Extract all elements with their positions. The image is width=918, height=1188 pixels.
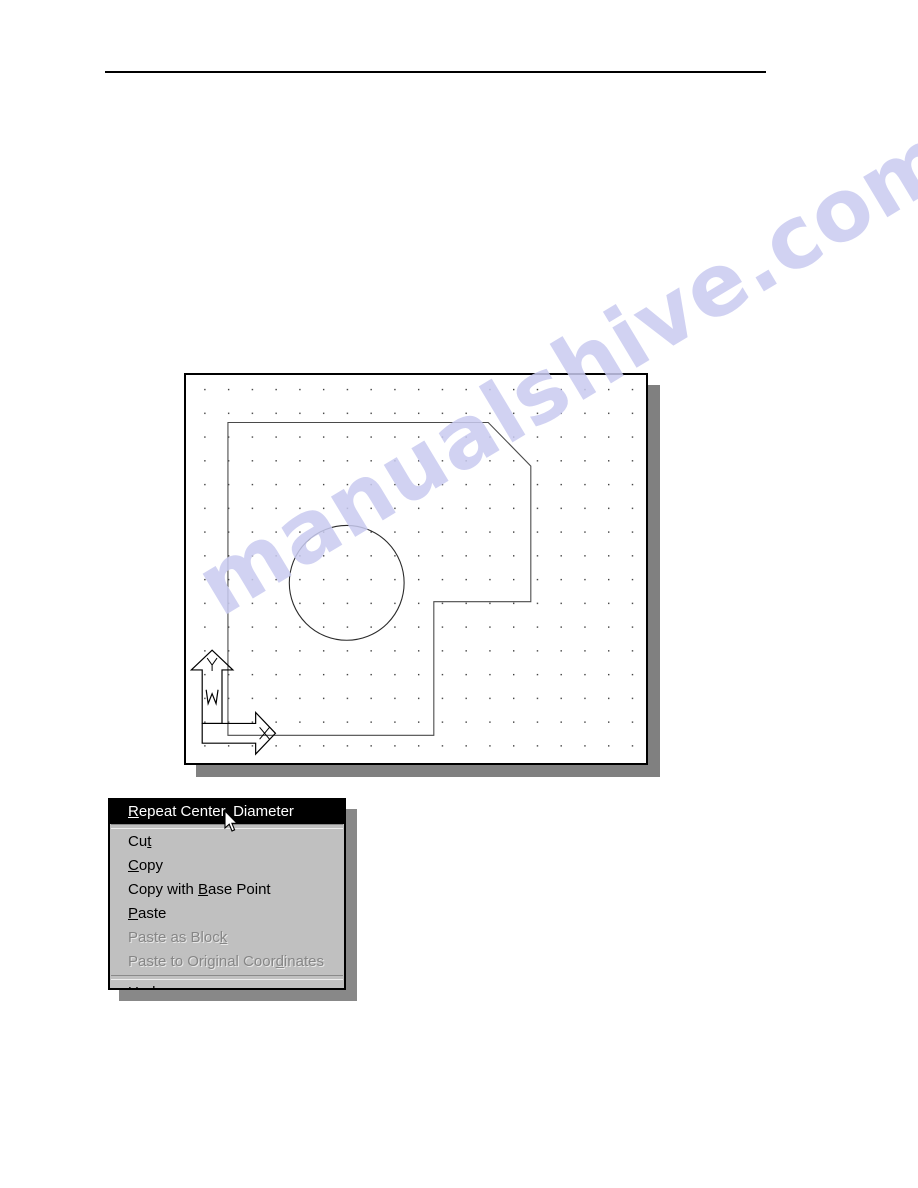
menu-separator <box>111 824 343 829</box>
menu-item-label-tail: inates <box>283 953 324 970</box>
cad-window-frame <box>184 373 648 765</box>
cad-canvas[interactable] <box>186 375 646 763</box>
context-menu[interactable]: Repeat Center, Diameter Cut Copy Copy wi… <box>108 798 346 990</box>
menu-item-mnemonic: C <box>128 857 139 874</box>
cad-drawing-window <box>184 373 648 765</box>
menu-item-cut[interactable]: Cut <box>110 830 344 854</box>
menu-item-label: Paste as Bloc <box>128 929 220 946</box>
grid-dots <box>186 375 646 763</box>
menu-item-mnemonic: R <box>128 803 139 820</box>
menu-item-label: opy <box>138 857 164 874</box>
menu-item-mnemonic: P <box>128 905 139 922</box>
menu-item-mnemonic: k <box>219 929 228 946</box>
menu-item-mnemonic: B <box>198 881 209 898</box>
menu-item-copy-with-base-point[interactable]: Copy with Base Point <box>110 878 344 902</box>
menu-item-paste[interactable]: Paste <box>110 902 344 926</box>
menu-item-label: ndo <box>139 984 164 988</box>
menu-item-repeat-center-diameter[interactable]: Repeat Center, Diameter <box>110 800 344 824</box>
menu-item-undo[interactable]: Undo <box>110 981 344 988</box>
menu-item-label: epeat Center, Diameter <box>138 803 294 820</box>
menu-item-label: Copy with <box>128 881 199 898</box>
menu-item-paste-to-original-coordinates: Paste to Original Coordinates <box>110 950 344 974</box>
menu-item-mnemonic: t <box>147 833 152 850</box>
menu-item-label: aste <box>138 905 167 922</box>
menu-item-label: Cu <box>128 833 148 850</box>
menu-separator <box>111 975 343 980</box>
page-header-rule <box>105 71 766 73</box>
menu-item-mnemonic: d <box>275 953 284 970</box>
menu-item-paste-as-block: Paste as Block <box>110 926 344 950</box>
menu-item-label: Paste to Original Coor <box>128 953 276 970</box>
menu-item-mnemonic: U <box>128 984 139 988</box>
menu-item-label-tail: ase Point <box>208 881 271 898</box>
menu-item-copy[interactable]: Copy <box>110 854 344 878</box>
